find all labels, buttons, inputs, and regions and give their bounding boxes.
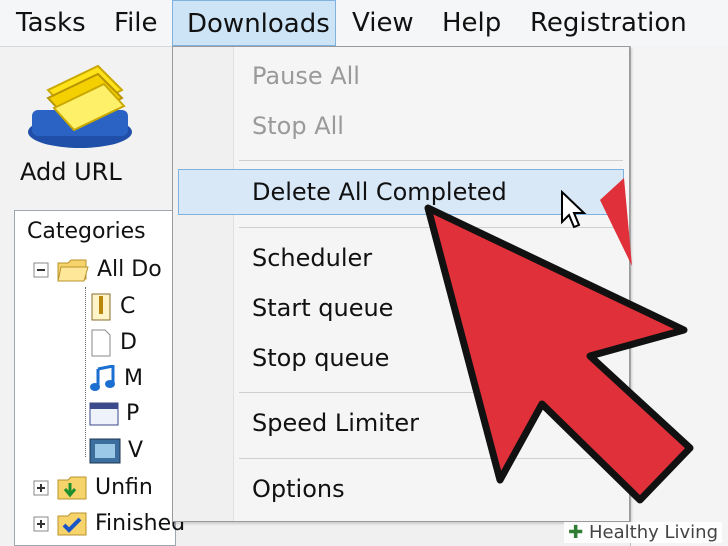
menu-item-delete-all-completed[interactable]: Delete All Completed bbox=[252, 178, 507, 206]
menu-item-speed-limiter[interactable]: Speed Limiter bbox=[252, 409, 419, 437]
main-pane bbox=[630, 46, 728, 546]
menu-tasks[interactable]: Tasks bbox=[16, 0, 86, 46]
tree-item-label: P bbox=[126, 401, 140, 426]
tree-item-label: M bbox=[124, 366, 143, 391]
document-icon bbox=[91, 329, 111, 357]
menu-item-stop-queue[interactable]: Stop queue bbox=[252, 344, 389, 372]
categories-tree: Categories All Do C D M P V Unfin Finish… bbox=[14, 210, 185, 546]
expand-icon[interactable] bbox=[33, 480, 49, 496]
tree-item-label: All Do bbox=[97, 257, 162, 282]
tree-item-label: Unfin bbox=[95, 475, 153, 500]
menu-help[interactable]: Help bbox=[442, 0, 501, 46]
zip-file-icon bbox=[91, 293, 111, 321]
tree-item-programs[interactable]: P bbox=[89, 401, 139, 427]
menu-item-start-queue[interactable]: Start queue bbox=[252, 294, 393, 322]
menu-bar: Tasks File Downloads View Help Registrat… bbox=[0, 0, 728, 47]
tree-item-music[interactable]: M bbox=[89, 364, 143, 393]
video-film-icon bbox=[89, 438, 121, 464]
menu-registration[interactable]: Registration bbox=[530, 0, 687, 46]
folder-download-icon bbox=[57, 476, 87, 500]
tree-connector bbox=[85, 287, 87, 457]
expand-icon[interactable] bbox=[33, 516, 49, 532]
menu-view[interactable]: View bbox=[352, 0, 414, 46]
downloads-dropdown-menu: Pause All Stop All Delete All Completed … bbox=[172, 46, 630, 522]
watermark-plus-icon: ✚ bbox=[568, 522, 584, 543]
tree-item-unfinished[interactable]: Unfin bbox=[33, 475, 153, 501]
tree-item-all-downloads[interactable]: All Do bbox=[33, 257, 162, 283]
tree-item-label: V bbox=[128, 438, 144, 463]
add-url-button[interactable]: Add URL bbox=[14, 56, 134, 196]
tree-item-finished[interactable]: Finished bbox=[33, 511, 185, 537]
music-note-icon bbox=[90, 364, 115, 391]
tree-item-compressed[interactable]: C bbox=[89, 293, 135, 321]
menu-item-pause-all[interactable]: Pause All bbox=[252, 62, 360, 90]
tree-item-label: D bbox=[120, 330, 137, 355]
collapse-icon[interactable] bbox=[33, 262, 49, 278]
add-url-icon bbox=[28, 64, 132, 148]
menu-item-options[interactable]: Options bbox=[252, 475, 345, 503]
menu-separator bbox=[239, 458, 623, 459]
categories-title: Categories bbox=[27, 219, 146, 244]
menu-file[interactable]: File bbox=[114, 0, 158, 46]
mouse-cursor-icon bbox=[561, 190, 587, 229]
watermark: ✚ Healthy Living bbox=[564, 522, 722, 543]
menu-icon-gutter bbox=[173, 47, 234, 521]
menu-separator bbox=[239, 160, 623, 161]
menu-downloads[interactable]: Downloads bbox=[172, 0, 336, 46]
folder-open-icon bbox=[57, 259, 89, 282]
folder-check-icon bbox=[57, 512, 87, 536]
menu-separator bbox=[239, 392, 623, 393]
menu-item-stop-all[interactable]: Stop All bbox=[252, 112, 344, 140]
tree-item-label: C bbox=[120, 294, 136, 319]
menu-item-scheduler[interactable]: Scheduler bbox=[252, 244, 372, 272]
add-url-label: Add URL bbox=[20, 158, 122, 186]
tree-item-documents[interactable]: D bbox=[89, 329, 137, 357]
tree-item-video[interactable]: V bbox=[89, 437, 143, 465]
watermark-text: Healthy Living bbox=[589, 522, 718, 543]
program-window-icon bbox=[89, 402, 119, 426]
